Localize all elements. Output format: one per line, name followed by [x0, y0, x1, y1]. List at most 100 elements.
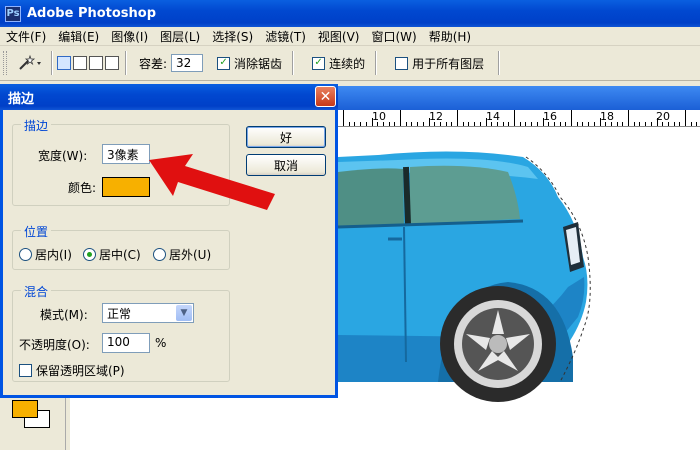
intersect-selection-icon[interactable]	[105, 56, 119, 70]
contiguous-checkbox[interactable]: ✓	[312, 56, 326, 70]
ruler-tick	[382, 122, 384, 126]
ruler-tick	[457, 110, 458, 126]
all-layers-option[interactable]: 用于所有图层	[395, 55, 484, 72]
all-layers-label: 用于所有图层	[412, 56, 485, 71]
ruler-tick	[588, 122, 590, 126]
ruler-tick	[496, 122, 498, 126]
ruler-tick	[690, 122, 692, 126]
contiguous-option[interactable]: ✓ 连续的	[312, 55, 365, 72]
menu-edit[interactable]: 编辑(E)	[52, 28, 105, 45]
ruler-tick	[439, 122, 441, 126]
subtract-selection-icon[interactable]	[89, 56, 103, 70]
color-label: 颜色:	[68, 181, 97, 195]
stroke-group-legend: 描边	[21, 117, 52, 134]
menu-image[interactable]: 图像(I)	[105, 28, 154, 45]
radio-outside-dot[interactable]	[153, 248, 166, 261]
dialog-title-bar[interactable]: 描边 ✕	[0, 84, 338, 110]
radio-inside-dot[interactable]	[19, 248, 32, 261]
ruler-tick	[559, 122, 561, 126]
ruler-tick	[610, 122, 612, 126]
document-title-bar[interactable]	[338, 86, 700, 110]
ruler-tick	[639, 122, 641, 126]
app-title: Adobe Photoshop	[27, 6, 157, 21]
mode-select[interactable]: 正常 ▼	[102, 303, 194, 323]
menu-file[interactable]: 文件(F)	[0, 28, 52, 45]
options-bar-grip[interactable]	[3, 51, 7, 75]
ruler-tick	[411, 122, 413, 126]
options-separator	[292, 51, 295, 75]
all-layers-checkbox[interactable]	[395, 56, 409, 70]
stroke-dialog: 描边 ✕ 描边 宽度(W): 3像素 颜色: 好 取消 位置 居内(I) 居中(…	[0, 84, 338, 398]
ruler-tick	[343, 110, 344, 126]
ruler-tick	[662, 122, 664, 126]
opacity-input[interactable]: 100	[102, 333, 150, 353]
menu-help[interactable]: 帮助(H)	[423, 28, 477, 45]
radio-outside[interactable]: 居外(U)	[153, 246, 211, 263]
ruler-tick	[571, 110, 572, 126]
opacity-unit: %	[155, 336, 167, 350]
radio-center[interactable]: 居中(C)	[83, 246, 141, 263]
ruler-tick	[582, 122, 584, 126]
dialog-title: 描边	[8, 91, 35, 107]
stroke-color-swatch[interactable]	[102, 177, 150, 197]
canvas-lower[interactable]	[70, 398, 338, 450]
opacity-label: 不透明度(O):	[19, 338, 90, 352]
ruler-tick	[434, 122, 436, 126]
ruler-tick	[365, 122, 367, 126]
foreground-color-swatch[interactable]	[12, 400, 38, 418]
ruler-tick	[685, 110, 686, 126]
add-selection-icon[interactable]	[73, 56, 87, 70]
menu-view[interactable]: 视图(V)	[312, 28, 366, 45]
ruler-tick	[514, 110, 515, 126]
ruler-tick	[360, 122, 362, 126]
blend-group: 混合 模式(M): 正常 ▼ 不透明度(O): 100 % 保留透明区域(P)	[12, 283, 230, 382]
ruler-tick	[519, 122, 521, 126]
ok-button[interactable]: 好	[246, 126, 326, 148]
options-separator	[375, 51, 378, 75]
photoshop-icon: Ps	[5, 5, 21, 22]
ruler-tick	[485, 118, 487, 126]
ruler-tick	[616, 122, 618, 126]
antialias-checkbox[interactable]: ✓	[217, 56, 231, 70]
horizontal-ruler: 10 12 14 16 18 20	[338, 110, 700, 127]
canvas[interactable]	[337, 127, 700, 450]
options-separator	[51, 51, 53, 75]
menu-window[interactable]: 窗口(W)	[365, 28, 422, 45]
chevron-down-icon[interactable]: ▼	[176, 305, 192, 321]
radio-center-dot[interactable]	[83, 248, 96, 261]
ruler-tick	[417, 122, 419, 126]
ruler-tick	[650, 122, 652, 126]
car-image	[337, 151, 591, 402]
mode-select-value: 正常	[107, 307, 132, 321]
radio-outside-label: 居外(U)	[169, 248, 212, 262]
ruler-tick	[679, 122, 681, 126]
ruler-tick	[548, 122, 550, 126]
menu-filter[interactable]: 滤镜(T)	[259, 28, 312, 45]
radio-inside[interactable]: 居内(I)	[19, 246, 72, 263]
new-selection-icon[interactable]	[57, 56, 71, 70]
ruler-tick	[348, 122, 350, 126]
app-title-bar: Ps Adobe Photoshop	[0, 0, 700, 27]
width-input[interactable]: 3像素	[102, 144, 150, 164]
ruler-tick	[542, 118, 544, 126]
contiguous-label: 连续的	[329, 56, 366, 71]
ruler-tick	[656, 118, 658, 126]
tool-preset-picker[interactable]	[13, 51, 47, 75]
ruler-tick	[667, 122, 669, 126]
menu-layer[interactable]: 图层(L)	[154, 28, 206, 45]
close-icon[interactable]: ✕	[315, 86, 336, 107]
tolerance-input[interactable]: 32	[171, 54, 204, 72]
menu-select[interactable]: 选择(S)	[206, 28, 259, 45]
ruler-label: 16	[543, 110, 557, 123]
ruler-tick	[491, 122, 493, 126]
ruler-tick	[531, 122, 533, 126]
antialias-option[interactable]: ✓ 消除锯齿	[217, 55, 282, 72]
preserve-transparency-option[interactable]: 保留透明区域(P)	[19, 362, 125, 379]
ruler-tick	[445, 122, 447, 126]
ruler-tick	[451, 122, 453, 126]
ruler-tick	[354, 122, 356, 126]
ruler-tick	[633, 122, 635, 126]
ruler-tick	[576, 122, 578, 126]
ruler-label: 18	[600, 110, 614, 123]
preserve-transparency-checkbox[interactable]	[19, 364, 32, 377]
